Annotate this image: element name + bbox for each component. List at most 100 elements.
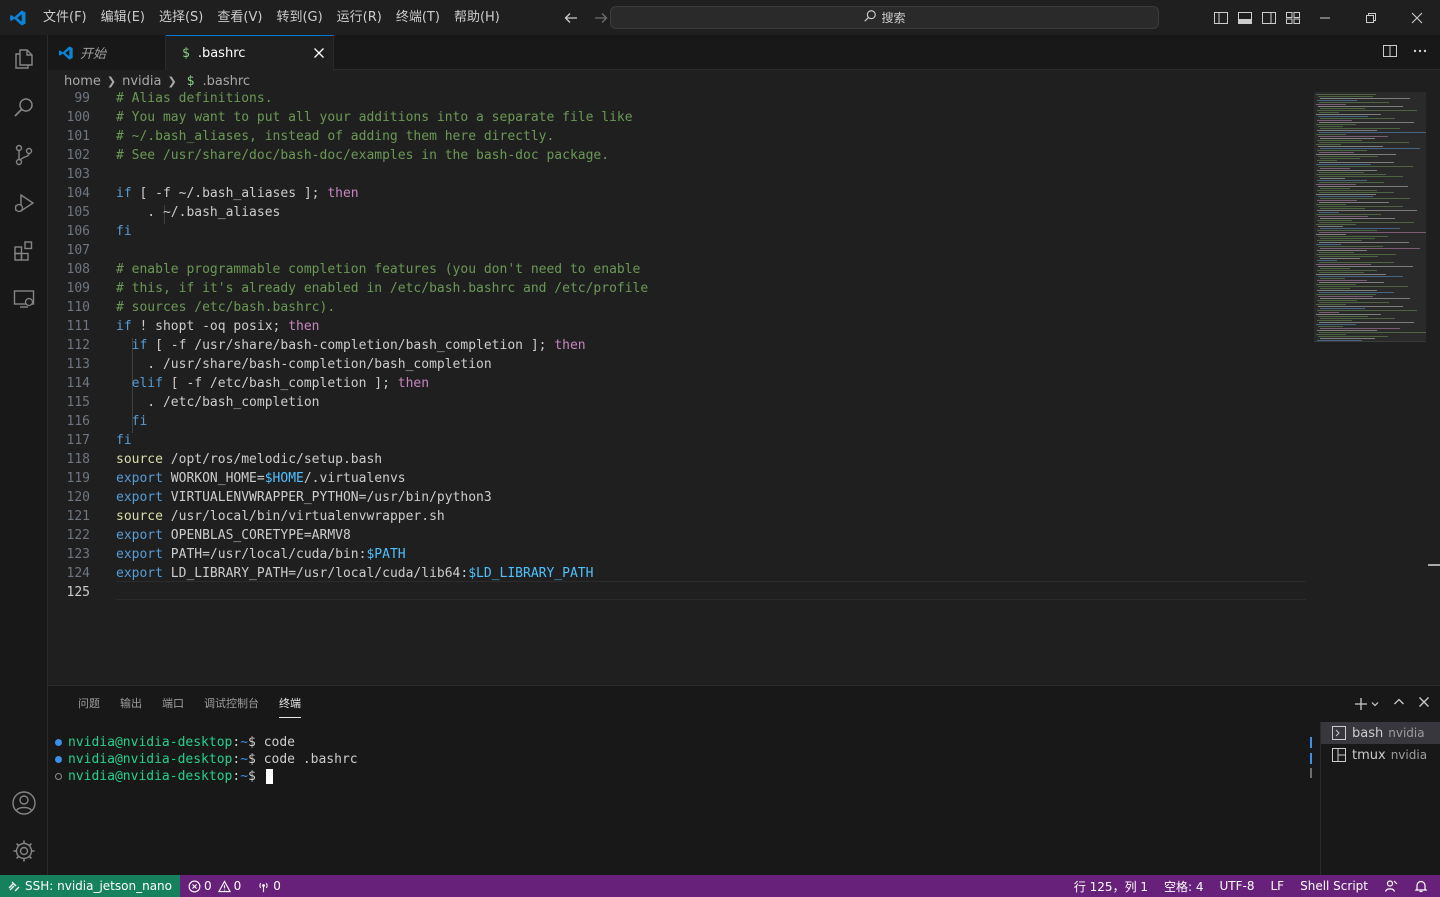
code-token: $LD_LIBRARY_PATH <box>468 566 594 581</box>
run-debug-icon[interactable] <box>0 179 48 227</box>
tab-output[interactable]: 输出 <box>110 686 152 722</box>
command-decoration-icon[interactable] <box>55 756 62 763</box>
code-text: . /etc/bash_completion <box>116 393 319 412</box>
restore-icon[interactable] <box>1348 0 1394 35</box>
toggle-panel-icon[interactable] <box>1236 9 1254 27</box>
source-control-icon[interactable] <box>0 131 48 179</box>
minimize-icon[interactable] <box>1302 0 1348 35</box>
code-editor[interactable]: 99 # Alias definitions. 100 # You may want … <box>48 92 1440 685</box>
code-line: 101 # ~/.bash_aliases, instead of adding … <box>48 127 1308 146</box>
tab-problems[interactable]: 问题 <box>68 686 110 722</box>
menu-selection[interactable]: 选择(S) <box>152 0 210 35</box>
close-panel-icon[interactable] <box>1418 696 1430 712</box>
line-number: 105 <box>66 205 90 220</box>
forward-arrow-icon[interactable] <box>590 7 612 29</box>
more-actions-icon[interactable] <box>1412 43 1428 63</box>
code-token: # sources /etc/bash.bashrc). <box>116 300 336 315</box>
code-text: export WORKON_HOME=$HOME/.virtualenvs <box>116 469 406 488</box>
menu-terminal[interactable]: 终端(T) <box>389 0 447 35</box>
panel-actions <box>1354 686 1430 722</box>
status-bar-right: 行 125，列 1 空格: 4 UTF-8 LF Shell Script <box>1066 875 1440 897</box>
minimap-slider[interactable] <box>1314 92 1426 342</box>
close-tab-icon[interactable] <box>313 47 325 63</box>
back-arrow-icon[interactable] <box>560 7 582 29</box>
code-token: [ -f ~/.bash_aliases ]; <box>131 186 328 201</box>
code-line: 118 source /opt/ros/melodic/setup.bash <box>48 450 1308 469</box>
code-token: if <box>116 186 132 201</box>
tab-debug-console[interactable]: 调试控制台 <box>194 686 269 722</box>
code-line: 108 # enable programmable completion feat… <box>48 260 1308 279</box>
breadcrumb-home[interactable]: home <box>64 74 101 89</box>
terminal-name: bash <box>1352 725 1384 741</box>
feedback-icon[interactable] <box>1376 875 1406 897</box>
split-editor-icon[interactable] <box>1382 43 1398 63</box>
line-number: 119 <box>66 471 90 486</box>
terminal-output[interactable]: nvidia@nvidia-desktop:~$ code nvidia@nvid… <box>48 734 1318 874</box>
menu-edit[interactable]: 编辑(E) <box>94 0 152 35</box>
search-icon <box>863 9 877 26</box>
line-number: 117 <box>66 433 90 448</box>
extensions-icon[interactable] <box>0 227 48 275</box>
code-token: export <box>116 528 163 543</box>
tab-welcome[interactable]: 开始 <box>48 35 166 70</box>
search-activity-icon[interactable] <box>0 83 48 131</box>
terminal-scroll-decoration <box>1310 753 1312 764</box>
command-center-search[interactable]: 搜索 <box>610 6 1159 29</box>
explorer-icon[interactable] <box>0 35 48 83</box>
settings-gear-icon[interactable] <box>0 827 48 875</box>
customize-layout-icon[interactable] <box>1284 9 1302 27</box>
code-text: # this, if it's already enabled in /etc/… <box>116 279 648 298</box>
menu-go[interactable]: 转到(G) <box>269 0 329 35</box>
tab-bashrc[interactable]: $ .bashrc <box>166 35 334 71</box>
toggle-secondary-sidebar-icon[interactable] <box>1260 9 1278 27</box>
command-decoration-icon[interactable] <box>55 773 62 780</box>
line-number: 109 <box>66 281 90 296</box>
breadcrumb-nvidia[interactable]: nvidia <box>122 74 161 89</box>
maximize-panel-icon[interactable] <box>1392 695 1406 713</box>
accounts-icon[interactable] <box>0 779 48 827</box>
remote-indicator[interactable]: SSH: nvidia_jetson_nano <box>0 875 180 897</box>
remote-explorer-icon[interactable] <box>0 275 48 323</box>
close-window-icon[interactable] <box>1394 0 1440 35</box>
indentation[interactable]: 空格: 4 <box>1156 875 1212 897</box>
code-token: . ~/.bash_aliases <box>116 205 281 220</box>
menu-file[interactable]: 文件(F) <box>36 0 94 35</box>
code-token: export <box>116 490 163 505</box>
code-line: 99 # Alias definitions. <box>48 92 1308 108</box>
toggle-primary-sidebar-icon[interactable] <box>1212 9 1230 27</box>
terminal-entry-bash[interactable]: bash nvidia <box>1321 722 1440 744</box>
encoding[interactable]: UTF-8 <box>1212 875 1263 897</box>
code-token: then <box>288 319 320 334</box>
breadcrumb: home ❯ nvidia ❯ $ .bashrc <box>48 70 1440 92</box>
menu-view[interactable]: 查看(V) <box>210 0 269 35</box>
code-token: VIRTUALENVWRAPPER_PYTHON=/usr/bin/python… <box>162 490 492 505</box>
code-token: $PATH <box>366 547 406 562</box>
menu-help[interactable]: 帮助(H) <box>447 0 507 35</box>
code-text: # sources /etc/bash.bashrc). <box>116 298 335 317</box>
code-token: WORKON_HOME= <box>162 471 265 486</box>
language-mode[interactable]: Shell Script <box>1292 875 1376 897</box>
breadcrumb-file[interactable]: .bashrc <box>203 74 251 89</box>
notifications-bell-icon[interactable] <box>1406 875 1440 897</box>
code-line: 115 . /etc/bash_completion <box>48 393 1308 412</box>
cursor-position[interactable]: 行 125，列 1 <box>1066 875 1156 897</box>
line-number: 110 <box>66 300 90 315</box>
tab-terminal[interactable]: 终端 <box>269 686 311 722</box>
line-number: 114 <box>66 376 90 391</box>
new-terminal-icon[interactable] <box>1354 697 1380 711</box>
menu-run[interactable]: 运行(R) <box>330 0 389 35</box>
code-token: # See /usr/share/doc/bash-doc/examples i… <box>116 148 610 163</box>
end-of-line[interactable]: LF <box>1263 875 1293 897</box>
code-line: 123 export PATH=/usr/local/cuda/bin:$PATH <box>48 545 1308 564</box>
command-decoration-icon[interactable] <box>55 739 62 746</box>
ports-indicator[interactable]: 0 <box>249 875 289 897</box>
line-number: 108 <box>66 262 90 277</box>
code-token: /.virtualenvs <box>303 471 406 486</box>
problems-indicator[interactable]: 0 0 <box>180 875 249 897</box>
tab-ports[interactable]: 端口 <box>152 686 194 722</box>
code-token: # You may want to put all your additions… <box>116 110 633 125</box>
scrollbar-position-marker <box>1428 564 1440 566</box>
code-line: 122 export OPENBLAS_CORETYPE=ARMV8 <box>48 526 1308 545</box>
terminal-entry-tmux[interactable]: tmux nvidia <box>1321 744 1440 766</box>
